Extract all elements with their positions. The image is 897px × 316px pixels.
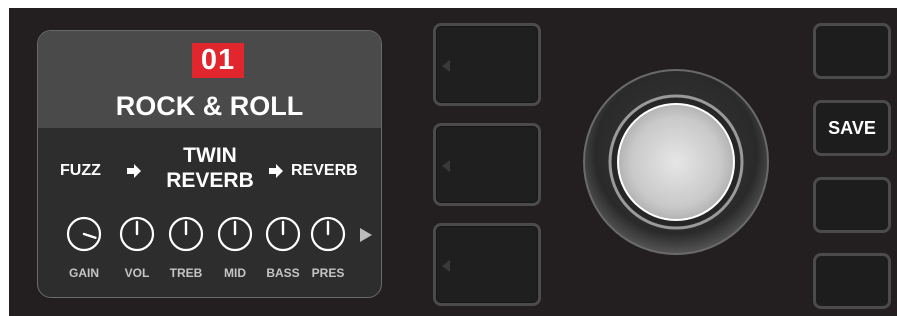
- chain-arrow-icon: [269, 164, 283, 178]
- lcd-screen: 01 ROCK & ROLL FUZZ TWIN REVERB REVERB G…: [37, 30, 382, 298]
- more-knobs-arrow-icon[interactable]: [360, 228, 372, 242]
- left-triangle-icon: [442, 60, 450, 72]
- data-wheel-encoder[interactable]: [582, 68, 770, 256]
- knob-label-gain: GAIN: [69, 266, 99, 280]
- knob-mid[interactable]: [217, 216, 253, 252]
- knob-label-vol: VOL: [124, 266, 150, 280]
- right-button-4[interactable]: [813, 253, 891, 309]
- knob-bass[interactable]: [265, 216, 301, 252]
- preset-name: ROCK & ROLL: [115, 91, 304, 121]
- knob-gain[interactable]: [66, 216, 102, 252]
- knob-label-treb: TREB: [169, 266, 203, 280]
- save-button-label: SAVE: [828, 117, 876, 138]
- soft-button-3[interactable]: [433, 223, 541, 306]
- knob-treb[interactable]: [168, 216, 204, 252]
- amp-name-line-2: REVERB: [166, 169, 254, 192]
- save-button[interactable]: SAVE: [813, 100, 891, 156]
- knob-label-pres: PRES: [311, 266, 345, 280]
- knob-label-mid: MID: [224, 266, 246, 280]
- chain-effect-fuzz[interactable]: FUZZ: [60, 161, 101, 181]
- right-button-1[interactable]: [813, 23, 891, 79]
- left-triangle-icon: [442, 260, 450, 272]
- preset-number-badge: 01: [192, 43, 244, 78]
- amp-name-line-1: TWIN: [183, 144, 237, 167]
- chain-effect-reverb[interactable]: REVERB: [291, 161, 358, 181]
- right-button-3[interactable]: [813, 177, 891, 233]
- soft-button-1[interactable]: [433, 23, 541, 106]
- soft-button-2[interactable]: [433, 123, 541, 206]
- chain-amp-twin-reverb[interactable]: TWIN REVERB: [154, 143, 266, 193]
- knob-label-bass: BASS: [266, 266, 300, 280]
- knob-pres[interactable]: [310, 216, 346, 252]
- chain-arrow-icon: [127, 164, 141, 178]
- left-triangle-icon: [442, 160, 450, 172]
- preset-header: 01 ROCK & ROLL: [38, 31, 381, 128]
- knob-vol[interactable]: [119, 216, 155, 252]
